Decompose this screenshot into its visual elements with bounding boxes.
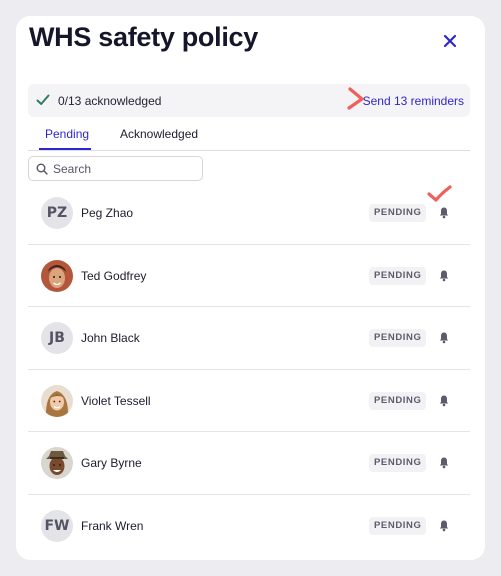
status-badge: PENDING <box>369 516 427 535</box>
send-reminders-link[interactable]: Send 13 reminders <box>363 94 464 108</box>
active-tab-indicator <box>39 148 91 150</box>
bell-icon[interactable] <box>438 519 450 532</box>
list-item: Gary Byrne PENDING <box>28 432 470 495</box>
list-item: Violet Tessell PENDING <box>28 370 470 433</box>
avatar <box>41 447 73 480</box>
person-name: Violet Tessell <box>81 393 151 408</box>
search-box <box>28 156 203 181</box>
close-icon[interactable] <box>441 32 459 50</box>
avatar: FW <box>41 509 73 542</box>
status-badge: PENDING <box>369 329 427 348</box>
status-badge: PENDING <box>369 391 427 410</box>
tab-bar: Pending Acknowledged <box>28 124 470 151</box>
list-item: JB John Black PENDING <box>28 307 470 370</box>
avatar: PZ <box>41 197 73 229</box>
person-name: Gary Byrne <box>81 456 142 471</box>
search-input[interactable] <box>53 160 193 177</box>
tab-pending[interactable]: Pending <box>45 127 89 141</box>
person-name: Frank Wren <box>81 518 144 533</box>
bell-icon[interactable] <box>438 394 450 407</box>
dialog: WHS safety policy 0/13 acknowledged Send… <box>16 16 485 560</box>
tab-acknowledged[interactable]: Acknowledged <box>120 127 198 141</box>
search-icon <box>36 163 48 175</box>
acknowledgement-banner: 0/13 acknowledged Send 13 reminders <box>28 84 470 117</box>
dialog-title: WHS safety policy <box>29 22 258 52</box>
person-name: John Black <box>81 331 140 346</box>
status-badge: PENDING <box>369 454 427 473</box>
person-name: Peg Zhao <box>81 206 134 220</box>
avatar: JB <box>41 322 73 355</box>
status-badge: PENDING <box>369 204 427 222</box>
list-item: PZ Peg Zhao PENDING <box>28 182 470 245</box>
bell-icon[interactable] <box>438 269 450 282</box>
acknowledged-count: 0/13 acknowledged <box>58 94 162 108</box>
person-name: Ted Godfrey <box>81 268 147 283</box>
status-badge: PENDING <box>369 266 427 285</box>
annotation-arrow-mark <box>347 87 364 110</box>
avatar <box>41 384 73 417</box>
avatar <box>41 259 73 292</box>
bell-icon[interactable] <box>438 206 450 219</box>
list-item: Ted Godfrey PENDING <box>28 245 470 308</box>
bell-icon[interactable] <box>438 456 450 469</box>
list-item: FW Frank Wren PENDING <box>28 495 470 557</box>
pending-list: PZ Peg Zhao PENDING Ted Godfrey PENDING <box>28 182 470 557</box>
check-icon <box>36 94 50 105</box>
bell-icon[interactable] <box>438 331 450 344</box>
